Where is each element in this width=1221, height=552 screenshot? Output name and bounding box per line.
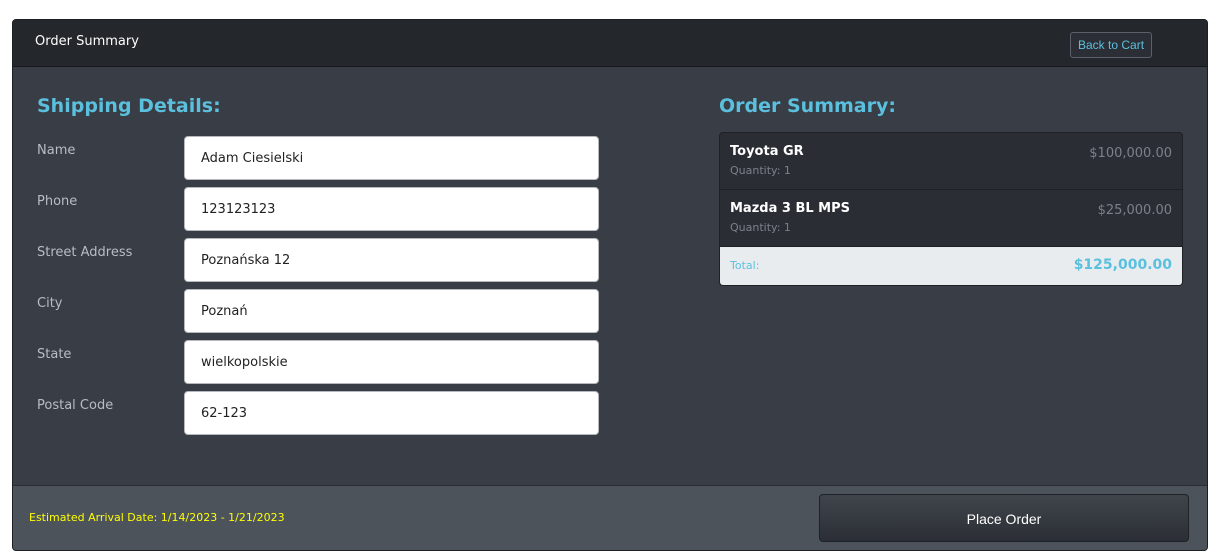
item-quantity: Quantity: 1 <box>730 164 791 177</box>
shipping-details-heading: Shipping Details: <box>37 95 221 117</box>
total-label: Total: <box>730 259 760 272</box>
item-price: $100,000.00 <box>1089 146 1172 161</box>
summary-total-row: Total: $125,000.00 <box>720 247 1182 285</box>
panel-header: Order Summary Back to Cart <box>13 20 1207 67</box>
state-label: State <box>37 347 72 362</box>
item-name: Mazda 3 BL MPS <box>730 201 850 216</box>
phone-label: Phone <box>37 194 78 209</box>
city-label: City <box>37 296 63 311</box>
panel-footer: Estimated Arrival Date: 1/14/2023 - 1/21… <box>13 485 1207 550</box>
order-summary-heading: Order Summary: <box>719 95 896 117</box>
postal-code-input[interactable] <box>184 391 599 435</box>
back-to-cart-button[interactable]: Back to Cart <box>1070 32 1153 58</box>
place-order-button[interactable]: Place Order <box>819 494 1189 542</box>
total-value: $125,000.00 <box>1073 257 1172 273</box>
page-top-strip <box>0 0 1221 18</box>
summary-item: Mazda 3 BL MPS Quantity: 1 $25,000.00 <box>720 190 1182 247</box>
order-summary-list: Toyota GR Quantity: 1 $100,000.00 Mazda … <box>719 132 1183 286</box>
panel-title: Order Summary <box>35 34 139 49</box>
name-label: Name <box>37 143 76 158</box>
summary-item: Toyota GR Quantity: 1 $100,000.00 <box>720 133 1182 190</box>
state-input[interactable] <box>184 340 599 384</box>
name-input[interactable] <box>184 136 599 180</box>
postal-code-label: Postal Code <box>37 398 114 413</box>
street-address-input[interactable] <box>184 238 599 282</box>
city-input[interactable] <box>184 289 599 333</box>
order-panel: Order Summary Back to Cart Shipping Deta… <box>12 19 1208 551</box>
phone-input[interactable] <box>184 187 599 231</box>
street-address-label: Street Address <box>37 245 133 260</box>
item-name: Toyota GR <box>730 144 804 159</box>
item-quantity: Quantity: 1 <box>730 221 791 234</box>
estimated-arrival-date: Estimated Arrival Date: 1/14/2023 - 1/21… <box>29 511 285 524</box>
item-price: $25,000.00 <box>1097 203 1172 218</box>
